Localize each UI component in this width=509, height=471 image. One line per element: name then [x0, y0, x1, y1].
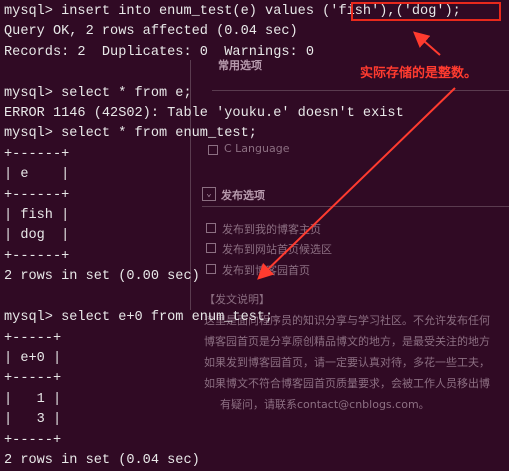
arrow-to-result	[257, 87, 456, 280]
annotation-arrows	[257, 31, 456, 280]
arrow-to-highlight	[412, 31, 441, 56]
terminal-line: 2 rows in set (0.04 sec)	[4, 452, 200, 468]
terminal-line: +-----+	[4, 432, 62, 448]
